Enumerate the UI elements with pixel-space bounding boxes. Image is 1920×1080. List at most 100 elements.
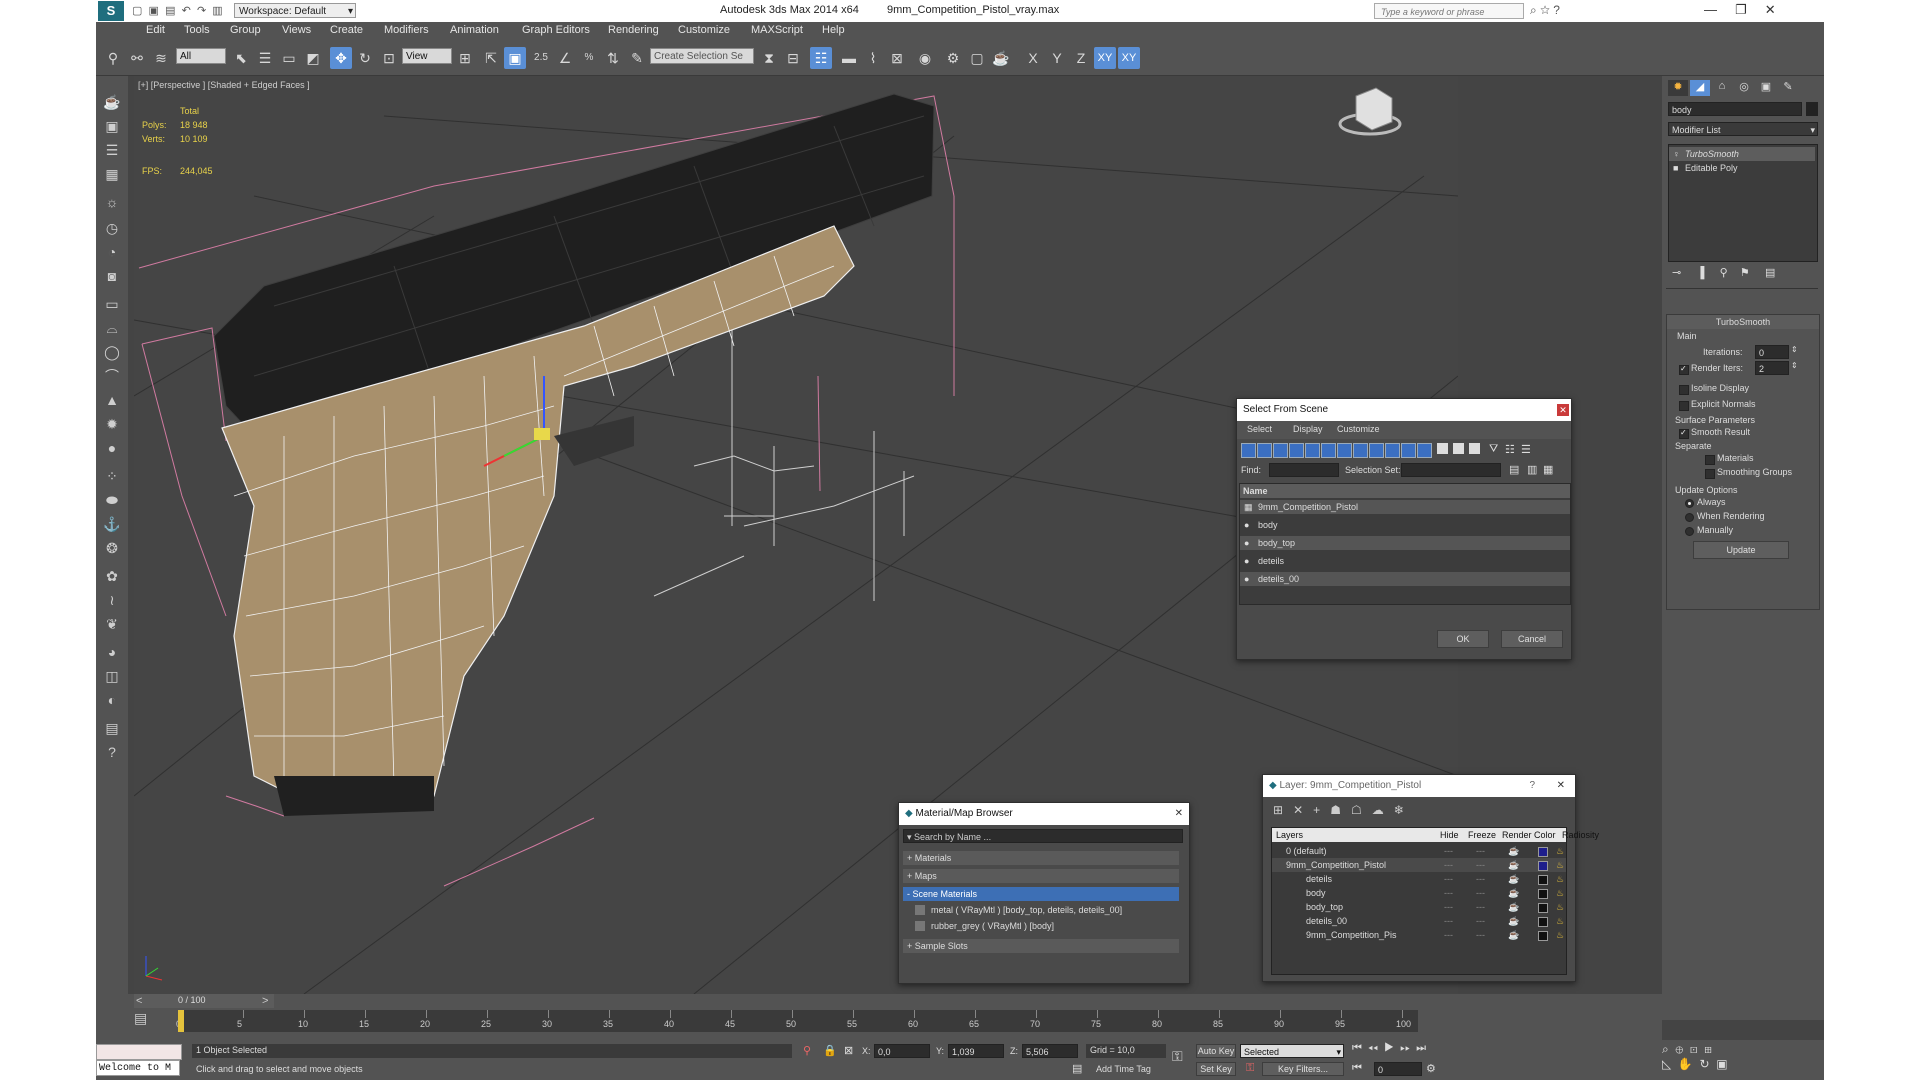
materials-section[interactable]: + Materials — [903, 851, 1179, 865]
layer-color-swatch[interactable] — [1538, 889, 1548, 899]
select-object-icon[interactable]: ⬉ — [230, 47, 252, 69]
hierarchy-icon[interactable]: ☷ — [1505, 443, 1515, 456]
dialog-menu-display[interactable]: Display — [1293, 424, 1323, 434]
hide-toggle[interactable]: --- — [1444, 928, 1453, 942]
ref-coord-dropdown[interactable]: View — [402, 48, 452, 64]
select-none-icon[interactable] — [1453, 443, 1464, 454]
explicit-normals-checkbox[interactable] — [1679, 401, 1689, 411]
make-unique-icon[interactable]: ⚲ — [1720, 267, 1728, 279]
mirror-icon[interactable]: ⧗ — [758, 47, 780, 69]
snap-toggle[interactable]: 2.5 — [530, 47, 552, 69]
help-icon[interactable]: ? — [1529, 775, 1535, 797]
layer-color-swatch[interactable] — [1538, 861, 1548, 871]
filter-bones-icon[interactable] — [1369, 443, 1384, 458]
maxscript-listener[interactable]: Welcome to M — [96, 1060, 180, 1076]
object-name-field[interactable]: body — [1668, 102, 1802, 116]
axis-z-button[interactable]: Z — [1070, 47, 1092, 69]
display-tab-icon[interactable]: ▣ — [1756, 80, 1776, 96]
hide-toggle[interactable]: --- — [1444, 886, 1453, 900]
radiosity-icon[interactable]: ♨ — [1556, 872, 1564, 886]
delete-set-icon[interactable]: ▦ — [1543, 463, 1553, 476]
hierarchy-tab-icon[interactable]: ⌂ — [1712, 80, 1732, 96]
hold-icon[interactable]: ▥ — [212, 5, 222, 17]
scale-icon[interactable]: ⊡ — [378, 47, 400, 69]
list-item[interactable]: ▦ 9mm_Competition_Pistol — [1240, 500, 1570, 514]
named-selection-dropdown[interactable]: Create Selection Se — [650, 48, 754, 64]
zoom-extents-icon[interactable]: ⊡ — [1690, 1042, 1698, 1056]
sample-slots-section[interactable]: + Sample Slots — [903, 939, 1179, 953]
plant-icon[interactable]: ✿ — [102, 566, 122, 586]
dialog-menu-customize[interactable]: Customize — [1337, 424, 1380, 434]
dialog-menu-select[interactable]: Select — [1247, 424, 1272, 434]
redo-icon[interactable]: ↷ — [197, 5, 206, 17]
load-set-icon[interactable]: ▥ — [1527, 463, 1537, 476]
layer-row[interactable]: body --- --- ☕ ♨ — [1272, 886, 1566, 900]
selection-filter-dropdown[interactable]: All — [176, 48, 226, 64]
axis-xy-cycle-button[interactable]: XY — [1118, 47, 1140, 69]
radiosity-icon[interactable]: ♨ — [1556, 844, 1564, 858]
rotate-icon[interactable]: ↻ — [354, 47, 376, 69]
col-freeze[interactable]: Freeze — [1468, 830, 1496, 840]
material-search-input[interactable]: ▾ Search by Name ... — [903, 829, 1183, 843]
freeze-toggle[interactable]: --- — [1476, 872, 1485, 886]
isolate-icon[interactable]: ⚲ — [803, 1044, 811, 1057]
go-to-end-icon[interactable]: ⏭ — [1416, 1042, 1426, 1054]
zoom-all-icon[interactable]: ⊕ — [1675, 1042, 1683, 1056]
render-teapot-icon[interactable]: ☕ — [1508, 928, 1519, 942]
col-layers[interactable]: Layers — [1276, 830, 1303, 840]
save-set-icon[interactable]: ▤ — [1509, 463, 1519, 476]
materials-checkbox[interactable] — [1705, 455, 1715, 465]
radiosity-icon[interactable]: ♨ — [1556, 914, 1564, 928]
cancel-button[interactable]: Cancel — [1501, 630, 1563, 648]
align-icon[interactable]: ⊟ — [782, 47, 804, 69]
z-coordinate-field[interactable]: 5,506 — [1022, 1044, 1078, 1058]
radiosity-icon[interactable]: ♨ — [1556, 928, 1564, 942]
new-icon[interactable]: ▢ — [132, 5, 142, 17]
render-teapot-icon[interactable]: ☕ — [1508, 914, 1519, 928]
col-render[interactable]: Render — [1502, 830, 1532, 840]
select-manipulate-icon[interactable]: ⇱ — [480, 47, 502, 69]
unlink-icon[interactable]: ⚯ — [126, 47, 148, 69]
vray-icon[interactable]: ◐ — [102, 690, 122, 710]
layer-color-swatch[interactable] — [1538, 903, 1548, 913]
help-icon[interactable]: ? — [1553, 3, 1560, 17]
graphite-ribbon-icon[interactable]: ▬ — [838, 47, 860, 69]
helper-icon[interactable]: ⚓ — [102, 514, 122, 534]
iterations-spinner[interactable]: 0 — [1755, 345, 1789, 359]
menu-animation[interactable]: Animation — [450, 24, 499, 36]
time-config-icon[interactable]: ⚙ — [1426, 1062, 1436, 1075]
show-end-result-icon[interactable]: ▐ — [1697, 267, 1705, 279]
next-key-icon[interactable]: ▸▸ — [1400, 1042, 1410, 1054]
hide-toggle[interactable]: --- — [1444, 900, 1453, 914]
freeze-toggle[interactable]: --- — [1476, 858, 1485, 872]
current-frame-field[interactable]: 0 — [1374, 1062, 1422, 1076]
camera-icon[interactable]: ◙ — [102, 266, 122, 286]
viewport-label[interactable]: [+] [Perspective ] [Shaded + Edged Faces… — [138, 80, 310, 90]
render-teapot-icon[interactable]: ☕ — [1508, 886, 1519, 900]
stack-item[interactable]: ■ Editable Poly — [1669, 161, 1815, 175]
update-button[interactable]: Update — [1693, 541, 1789, 559]
layer-color-swatch[interactable] — [1538, 931, 1548, 941]
layer-color-swatch[interactable] — [1538, 917, 1548, 927]
utilities-tab-icon[interactable]: ✎ — [1778, 80, 1798, 96]
layer-row[interactable]: deteils_00 --- --- ☕ ♨ — [1272, 914, 1566, 928]
particles-icon[interactable]: ⁘ — [102, 466, 122, 486]
schematic-view-icon[interactable]: ⊠ — [886, 47, 908, 69]
menu-edit[interactable]: Edit — [146, 24, 165, 36]
close-icon[interactable]: ✕ — [1557, 404, 1569, 416]
pivot-icon[interactable]: ⊞ — [454, 47, 476, 69]
clock-icon[interactable]: ◷ — [102, 218, 122, 238]
key-filters-button[interactable]: Key Filters... — [1262, 1062, 1344, 1076]
rect-selection-icon[interactable]: ▭ — [278, 47, 300, 69]
radiosity-icon[interactable]: ♨ — [1556, 886, 1564, 900]
binoculars-icon[interactable]: ⌕ — [1530, 3, 1537, 17]
motion-tab-icon[interactable]: ◎ — [1734, 80, 1754, 96]
layer-row[interactable]: 9mm_Competition_Pistol --- --- ☕ ♨ — [1272, 858, 1566, 872]
cone-icon[interactable]: ⌓ — [102, 318, 122, 338]
rollout-header[interactable]: TurboSmooth — [1667, 315, 1819, 329]
filter-xrefs-icon[interactable] — [1353, 443, 1368, 458]
y-coordinate-field[interactable]: 1,039 — [948, 1044, 1004, 1058]
select-in-layer-icon[interactable]: ☗ — [1330, 803, 1341, 817]
list-item[interactable]: ● body_top — [1240, 536, 1570, 550]
scene-list-icon[interactable]: ☰ — [102, 140, 122, 160]
